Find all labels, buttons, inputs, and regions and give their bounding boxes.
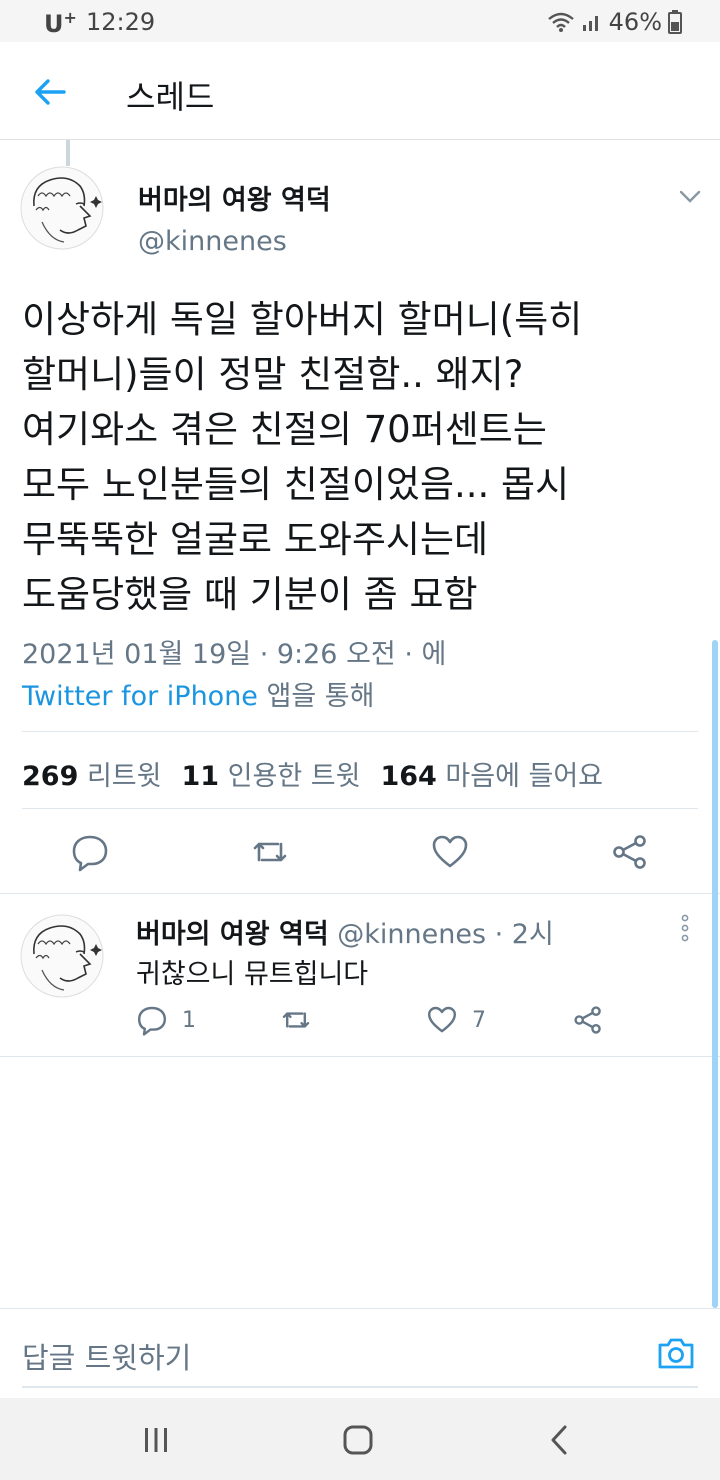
tweet-line: 여기와소 겪은 친절의 70퍼센트는 bbox=[22, 408, 547, 451]
clock: 12:29 bbox=[86, 8, 156, 36]
reply-like-button[interactable]: 7 bbox=[426, 1004, 486, 1036]
avatar-sketch-icon bbox=[20, 914, 104, 998]
back-arrow-icon[interactable] bbox=[30, 72, 70, 112]
reply-compose-bar[interactable]: 답글 트윗하기 bbox=[0, 1308, 720, 1398]
tweet-line: 무뚝뚝한 얼굴로 도와주시는데 bbox=[22, 518, 489, 561]
system-nav-bar bbox=[0, 1398, 720, 1480]
reply-actions: 1 7 bbox=[136, 1004, 636, 1044]
like-stat[interactable]: 164 마음에 들어요 bbox=[380, 761, 603, 792]
battery-icon bbox=[668, 10, 682, 34]
reply-retweet-button[interactable] bbox=[280, 1004, 312, 1036]
reply-body: 귀찮으니 뮤트힙니다 bbox=[136, 959, 369, 990]
source-link[interactable]: Twitter for iPhone bbox=[22, 681, 258, 712]
reply-icon bbox=[138, 1006, 166, 1036]
avatar-sketch-icon bbox=[20, 166, 104, 250]
avatar[interactable] bbox=[20, 166, 104, 250]
tweet-body: 이상하게 독일 할아버지 할머니(특히 할머니)들이 정말 친절함.. 왜지? … bbox=[22, 292, 712, 622]
scrollbar[interactable] bbox=[712, 640, 718, 1308]
tweet-stats: 269 리트윗 11 인용한 트윗 164 마음에 들어요 bbox=[22, 754, 603, 793]
source-suffix: 앱을 통해 bbox=[257, 681, 375, 712]
chevron-down-icon[interactable] bbox=[676, 182, 704, 210]
tweet-timestamp: 2021년 01월 19일 · 9:26 오전 · 에 bbox=[22, 639, 447, 670]
more-options-icon[interactable] bbox=[678, 914, 692, 942]
divider bbox=[22, 731, 698, 732]
tweet-line: 모두 노인분들의 친절이었음... 몹시 bbox=[22, 463, 570, 506]
divider bbox=[22, 808, 698, 809]
recent-apps-icon[interactable] bbox=[138, 1422, 174, 1458]
reply-time: · 2시 bbox=[486, 919, 554, 950]
reply-header: 버마의 여왕 역덕 @kinnenes · 2시 bbox=[136, 912, 554, 951]
camera-icon[interactable] bbox=[656, 1333, 696, 1373]
battery-percent: 46% bbox=[608, 8, 662, 36]
like-icon[interactable] bbox=[430, 832, 470, 872]
reply-author-name[interactable]: 버마의 여왕 역덕 bbox=[136, 919, 329, 950]
retweet-icon bbox=[282, 1012, 310, 1028]
reply-reply-button[interactable]: 1 bbox=[136, 1004, 196, 1036]
page-title: 스레드 bbox=[126, 78, 215, 116]
tweet-line: 도움당했을 때 기분이 좀 묘함 bbox=[22, 573, 478, 616]
wifi-icon bbox=[547, 12, 574, 32]
reply-author-handle[interactable]: @kinnenes bbox=[337, 919, 486, 950]
retweet-stat[interactable]: 269 리트윗 bbox=[22, 761, 161, 792]
carrier-label: U+ bbox=[44, 8, 77, 38]
quote-stat[interactable]: 11 인용한 트윗 bbox=[181, 761, 360, 792]
input-underline bbox=[22, 1386, 698, 1388]
retweet-icon[interactable] bbox=[250, 832, 290, 872]
author-name[interactable]: 버마의 여왕 역덕 bbox=[138, 178, 331, 217]
reply-share-button[interactable] bbox=[572, 1004, 604, 1036]
top-app-bar: 스레드 bbox=[0, 42, 720, 140]
tweet-actions bbox=[0, 828, 720, 876]
share-icon bbox=[574, 1006, 601, 1034]
author-handle[interactable]: @kinnenes bbox=[138, 226, 287, 257]
divider bbox=[0, 1056, 720, 1057]
reply-input[interactable]: 답글 트윗하기 bbox=[22, 1335, 191, 1377]
reply-avatar[interactable] bbox=[20, 914, 104, 998]
thread-connector bbox=[66, 140, 70, 166]
home-icon[interactable] bbox=[340, 1422, 376, 1458]
back-nav-icon[interactable] bbox=[542, 1422, 578, 1458]
share-icon[interactable] bbox=[610, 832, 650, 872]
reply-count: 1 bbox=[182, 1007, 196, 1033]
signal-icon bbox=[582, 16, 598, 31]
tweet-source: Twitter for iPhone 앱을 통해 bbox=[22, 674, 374, 713]
divider bbox=[0, 893, 720, 894]
status-bar: U+ 12:29 46% bbox=[0, 0, 720, 42]
tweet-line: 할머니)들이 정말 친절함.. 왜지? bbox=[22, 353, 524, 396]
like-icon bbox=[428, 1006, 456, 1033]
like-count: 7 bbox=[472, 1007, 486, 1033]
reply-icon[interactable] bbox=[70, 832, 110, 872]
tweet-line: 이상하게 독일 할아버지 할머니(특히 bbox=[22, 298, 583, 341]
